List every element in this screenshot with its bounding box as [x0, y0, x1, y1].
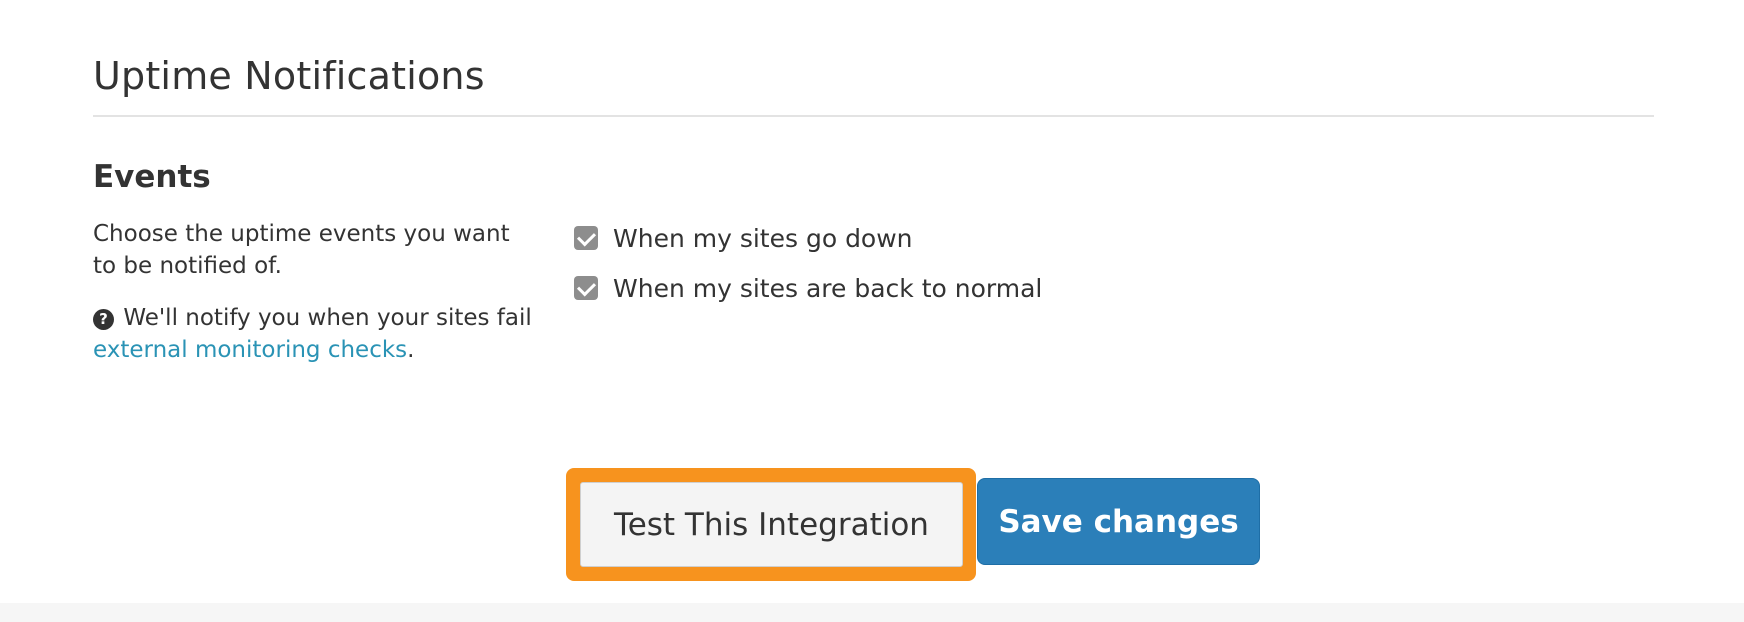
footer-band	[0, 603, 1744, 622]
save-changes-button[interactable]: Save changes	[977, 478, 1260, 565]
event-option-back-to-normal[interactable]: When my sites are back to normal	[574, 270, 1042, 306]
event-options: When my sites go down When my sites are …	[574, 220, 1042, 320]
back-to-normal-checkbox[interactable]	[574, 276, 598, 300]
title-divider	[93, 115, 1654, 117]
help-text: We'll notify you when your sites fail	[123, 305, 532, 331]
question-circle-icon: ?	[93, 309, 114, 330]
help-note: ? We'll notify you when your sites fail …	[93, 302, 553, 366]
event-option-down[interactable]: When my sites go down	[574, 220, 1042, 256]
events-description: Choose the uptime events you want to be …	[93, 221, 510, 279]
back-to-normal-option-label: When my sites are back to normal	[613, 273, 1043, 303]
help-suffix: .	[407, 337, 415, 363]
checkmark-icon	[576, 276, 596, 297]
test-integration-button[interactable]: Test This Integration	[580, 482, 963, 567]
down-checkbox[interactable]	[574, 226, 598, 250]
down-option-label: When my sites go down	[613, 223, 913, 253]
page-title: Uptime Notifications	[93, 54, 485, 98]
checkmark-icon	[576, 226, 596, 247]
external-monitoring-link[interactable]: external monitoring checks	[93, 337, 407, 363]
events-heading: Events	[93, 159, 211, 195]
